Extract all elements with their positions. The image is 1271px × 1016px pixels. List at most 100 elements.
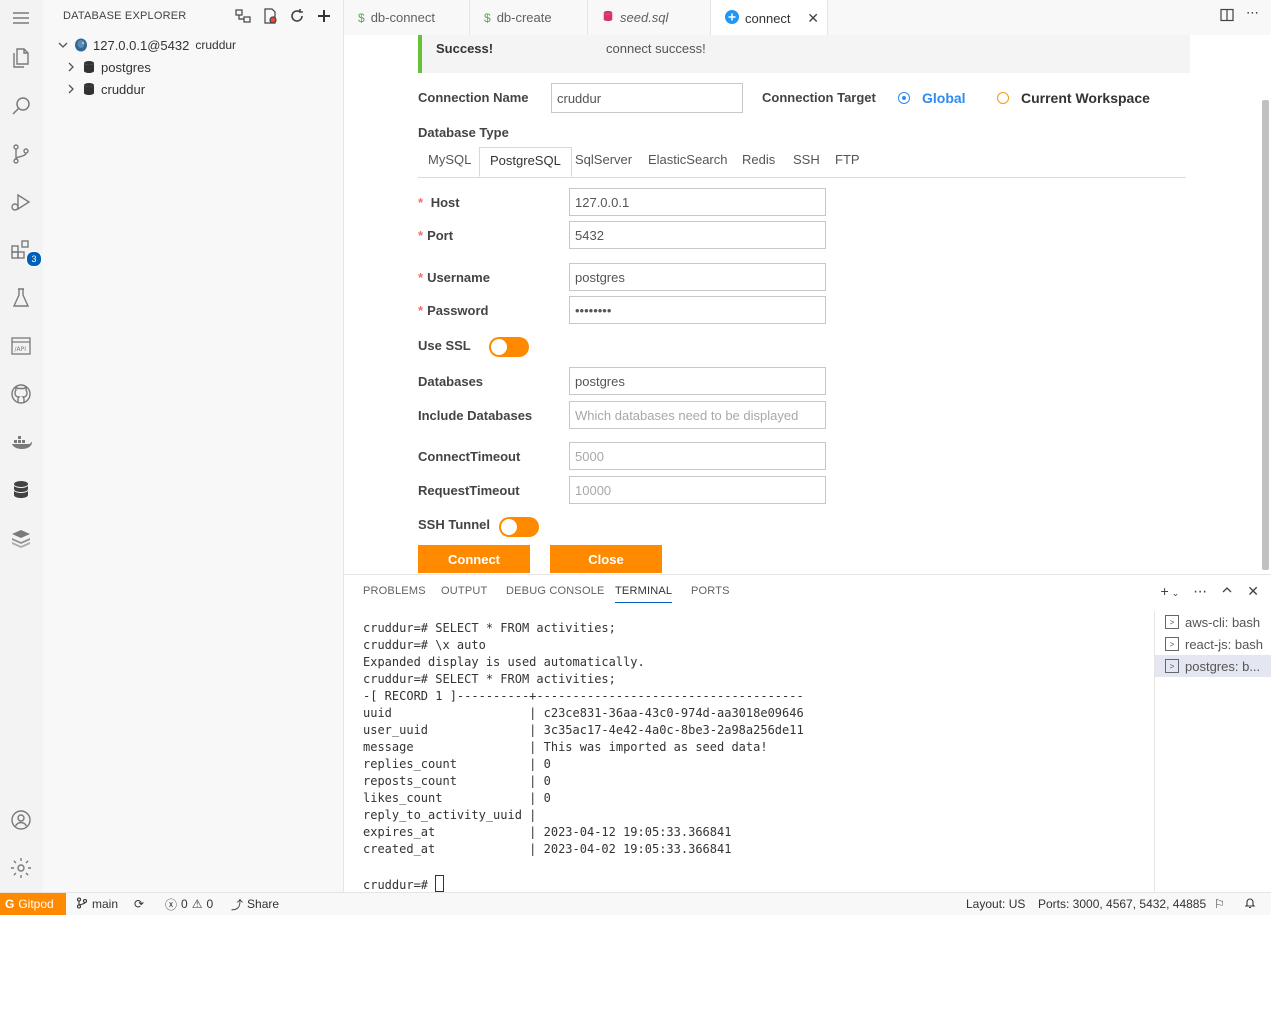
- source-control-icon[interactable]: [6, 139, 36, 169]
- alert-title: Success!: [436, 41, 494, 56]
- request-timeout-input[interactable]: [569, 476, 826, 504]
- tree-connection[interactable]: 127.0.0.1@5432 cruddur: [55, 34, 236, 56]
- alert-message: connect success!: [606, 41, 706, 56]
- add-connection-icon[interactable]: [234, 7, 252, 25]
- include-databases-input[interactable]: [569, 401, 826, 429]
- tree-item-postgres[interactable]: postgres: [63, 56, 151, 78]
- extensions-icon[interactable]: 3: [6, 235, 42, 267]
- terminal-item-postgres[interactable]: > postgres: b...: [1155, 655, 1271, 677]
- tab-db-connect[interactable]: $ db-connect: [344, 0, 470, 35]
- branch-button[interactable]: main: [76, 893, 118, 915]
- files-icon[interactable]: [6, 43, 36, 73]
- terminal-line: cruddur=# SELECT * FROM activities;: [363, 621, 616, 635]
- add-icon[interactable]: [315, 7, 333, 25]
- split-editor-icon[interactable]: [1220, 8, 1234, 25]
- close-icon[interactable]: ✕: [807, 10, 819, 27]
- terminal-cursor: [435, 875, 445, 892]
- gitpod-remote-button[interactable]: G Gitpod: [0, 893, 66, 915]
- target-workspace-radio[interactable]: Current Workspace: [997, 90, 1150, 106]
- databases-input[interactable]: [569, 367, 826, 395]
- chevron-right-icon: [63, 59, 79, 75]
- layers-icon[interactable]: [6, 523, 36, 553]
- panel-actions: + ⌄ ⋯ ✕: [1161, 583, 1259, 600]
- success-alert: Success! connect success!: [418, 35, 1190, 73]
- branch-label: main: [92, 897, 119, 911]
- connection-db: cruddur: [195, 38, 237, 52]
- share-button[interactable]: ⤴ Share: [231, 893, 279, 915]
- settings-gear-icon[interactable]: [6, 853, 36, 883]
- tab-seed-sql[interactable]: seed.sql: [588, 0, 711, 35]
- more-actions-icon[interactable]: ⋯: [1246, 6, 1259, 25]
- terminal-line: created_at | 2023-04-02 19:05:33.366841: [363, 842, 732, 856]
- editor-tabs: $ db-connect $ db-create seed.sql connec…: [344, 0, 1271, 36]
- refresh-icon[interactable]: [288, 7, 306, 25]
- terminal-icon: >: [1165, 659, 1179, 673]
- tab-problems[interactable]: PROBLEMS: [363, 585, 426, 597]
- more-actions-icon[interactable]: ⋯: [1193, 583, 1207, 600]
- tab-connect[interactable]: connect ✕: [711, 0, 828, 36]
- terminal-output[interactable]: cruddur=# SELECT * FROM activities; crud…: [363, 620, 804, 894]
- connection-name-input[interactable]: [551, 83, 743, 113]
- host-label: * Host: [418, 195, 460, 210]
- maximize-panel-icon[interactable]: [1221, 583, 1233, 600]
- feedback-icon: ⚐: [1214, 897, 1225, 911]
- terminal-line: cruddur=# SELECT * FROM activities;: [363, 672, 616, 686]
- problems-button[interactable]: ⓧ 0 ⚠ 0: [165, 893, 213, 915]
- port-input[interactable]: [569, 221, 826, 249]
- layout-button[interactable]: Layout: US: [966, 893, 1025, 915]
- ssh-tunnel-label: SSH Tunnel: [418, 517, 490, 532]
- terminal-item-aws-cli[interactable]: > aws-cli: bash: [1165, 611, 1271, 633]
- tab-debug-console[interactable]: DEBUG CONSOLE: [506, 585, 605, 597]
- dbtype-sqlserver[interactable]: SqlServer: [565, 147, 642, 177]
- git-branch-icon: [76, 896, 88, 912]
- terminal-line: -[ RECORD 1 ]----------+----------------…: [363, 689, 804, 703]
- dbtype-elasticsearch[interactable]: ElasticSearch: [638, 147, 737, 177]
- database-icon[interactable]: [6, 475, 36, 505]
- dbtype-ftp[interactable]: FTP: [825, 147, 870, 177]
- connect-timeout-input[interactable]: [569, 442, 826, 470]
- editor-actions: ⋯: [1220, 6, 1259, 25]
- terminal-label: postgres: b...: [1185, 658, 1261, 674]
- new-terminal-plus-icon[interactable]: + ⌄: [1161, 583, 1180, 600]
- dbtype-mysql[interactable]: MySQL: [418, 147, 481, 177]
- host-input[interactable]: [569, 188, 826, 216]
- use-ssl-toggle[interactable]: [489, 337, 529, 357]
- feedback-button[interactable]: ⚐: [1214, 893, 1225, 915]
- ssh-tunnel-toggle[interactable]: [499, 517, 539, 537]
- bell-icon: [1244, 897, 1256, 912]
- username-input[interactable]: [569, 263, 826, 291]
- tab-label: db-connect: [370, 10, 436, 25]
- close-button[interactable]: Close: [550, 545, 662, 573]
- terminal-line: likes_count | 0: [363, 791, 551, 805]
- tree-item-cruddur[interactable]: cruddur: [63, 78, 145, 100]
- sync-icon: ⟳: [134, 897, 145, 911]
- history-icon[interactable]: [261, 7, 279, 25]
- connect-button[interactable]: Connect: [418, 545, 530, 573]
- terminal-line: message | This was imported as seed data…: [363, 740, 768, 754]
- close-panel-icon[interactable]: ✕: [1247, 583, 1259, 600]
- database-cylinder-icon: [81, 81, 97, 97]
- notifications-button[interactable]: [1244, 893, 1256, 915]
- api-icon[interactable]: /API: [6, 331, 36, 361]
- dbtype-ssh[interactable]: SSH: [783, 147, 830, 177]
- sync-button[interactable]: ⟳: [134, 893, 144, 915]
- ports-button[interactable]: Ports: 3000, 4567, 5432, 44885: [1038, 893, 1206, 915]
- account-icon[interactable]: [6, 805, 36, 835]
- tab-ports[interactable]: PORTS: [691, 585, 730, 597]
- terminal-item-react-js[interactable]: > react-js: bash: [1165, 633, 1271, 655]
- connect-timeout-label: ConnectTimeout: [418, 449, 521, 464]
- testing-flask-icon[interactable]: [6, 283, 36, 313]
- tab-output[interactable]: OUTPUT: [441, 585, 487, 597]
- dbtype-postgresql[interactable]: PostgreSQL: [479, 147, 572, 177]
- docker-icon[interactable]: [6, 427, 36, 457]
- search-icon[interactable]: [6, 91, 36, 121]
- target-global-radio[interactable]: Global: [898, 90, 966, 106]
- editor-scrollbar[interactable]: [1262, 100, 1269, 570]
- dbtype-redis[interactable]: Redis: [732, 147, 785, 177]
- github-icon[interactable]: [6, 379, 36, 409]
- run-debug-icon[interactable]: [6, 187, 36, 217]
- password-input[interactable]: [569, 296, 826, 324]
- menu-icon[interactable]: [6, 3, 36, 33]
- tab-db-create[interactable]: $ db-create: [470, 0, 588, 35]
- tab-terminal[interactable]: TERMINAL: [615, 585, 673, 603]
